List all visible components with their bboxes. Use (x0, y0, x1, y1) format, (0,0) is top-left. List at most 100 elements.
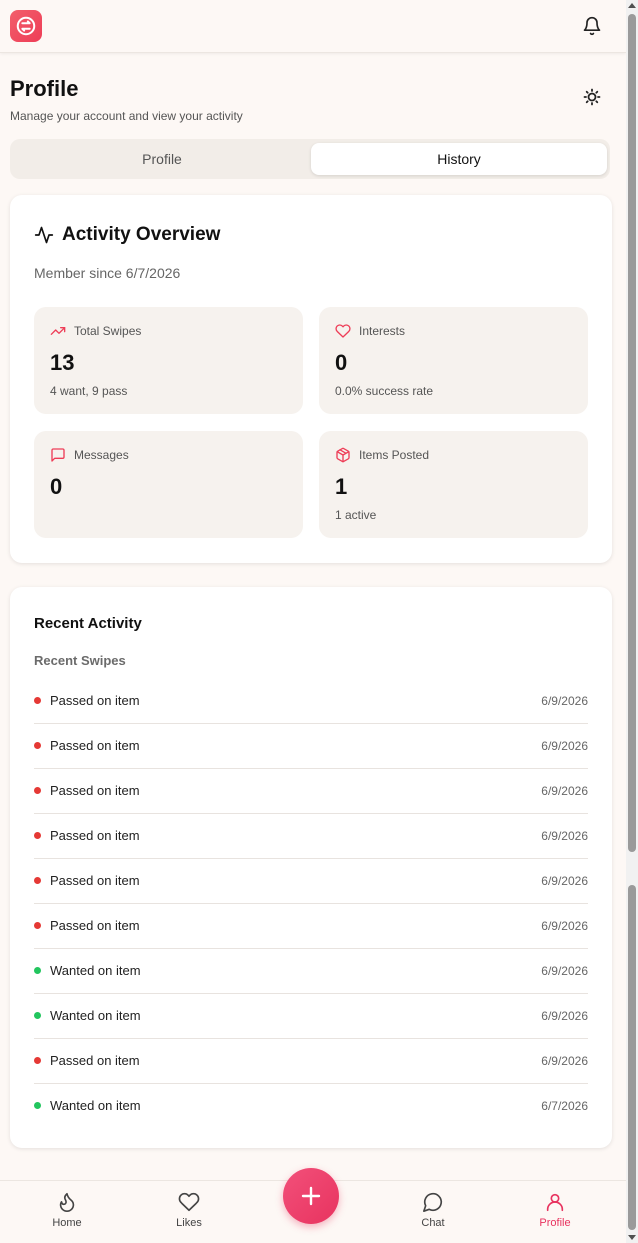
stat-label-row: Messages (50, 447, 129, 463)
nav-profile-label: Profile (539, 1217, 571, 1229)
stat-value: 1 (335, 474, 348, 499)
list-item-text: Passed on item (50, 1053, 140, 1068)
status-dot (34, 1012, 41, 1019)
app-logo-icon[interactable] (10, 10, 42, 42)
activity-icon (34, 226, 54, 244)
recent-swipes-list: Passed on item 6/9/2026 Passed on item 6/9… (34, 679, 588, 1129)
scroll-up-icon[interactable] (628, 3, 636, 8)
tab-history[interactable]: History (311, 143, 607, 175)
status-dot (34, 967, 41, 974)
message-square-icon (51, 448, 65, 462)
add-item-button[interactable] (283, 1168, 339, 1224)
list-item-date: 6/9/2026 (541, 1054, 588, 1068)
list-item-text: Passed on item (50, 873, 140, 888)
trending-up-icon (50, 327, 66, 335)
activity-overview-card: Activity Overview Member since 6/7/2026 … (10, 195, 612, 563)
chat-bubble-icon (423, 1192, 443, 1212)
profile-tabs: Profile History (10, 139, 610, 179)
list-item-date: 6/7/2026 (541, 1099, 588, 1113)
heart-icon (178, 1192, 200, 1212)
list-item: Passed on item 6/9/2026 (34, 859, 588, 904)
status-dot (34, 1057, 41, 1064)
scroll-thumb-secondary[interactable] (628, 885, 636, 1230)
stat-label: Interests (359, 324, 406, 338)
list-item-date: 6/9/2026 (541, 1009, 588, 1023)
list-item: Passed on item 6/9/2026 (34, 1039, 588, 1084)
page-title: Profile (10, 76, 79, 101)
list-item-date: 6/9/2026 (541, 964, 588, 978)
list-item-text: Wanted on item (50, 1008, 141, 1023)
stat-sub: 4 want, 9 pass (50, 384, 128, 398)
member-since: Member since 6/7/2026 (34, 265, 181, 281)
status-dot (34, 1102, 41, 1109)
bell-icon[interactable] (582, 16, 602, 36)
top-bar (0, 0, 626, 53)
page-subtitle: Manage your account and view your activi… (10, 109, 243, 123)
sun-icon (583, 88, 601, 106)
recent-activity-card: Recent Activity Recent Swipes Passed on … (10, 587, 612, 1148)
heart-icon (335, 324, 351, 338)
activity-overview-heading: Activity Overview (34, 224, 220, 246)
stat-label-row: Interests (335, 323, 405, 339)
package-icon (336, 447, 350, 463)
list-item: Passed on item 6/9/2026 (34, 769, 588, 814)
stat-interests: Interests 0 0.0% success rate (319, 307, 588, 414)
list-item-date: 6/9/2026 (541, 919, 588, 933)
stat-label: Total Swipes (74, 324, 142, 338)
list-item: Wanted on item 6/9/2026 (34, 994, 588, 1039)
list-item: Passed on item 6/9/2026 (34, 814, 588, 859)
recent-swipes-subtitle: Recent Swipes (34, 653, 126, 668)
recent-activity-title: Recent Activity (34, 615, 142, 632)
theme-toggle-button[interactable] (580, 85, 604, 109)
list-item-text: Passed on item (50, 783, 140, 798)
list-item-date: 6/9/2026 (541, 784, 588, 798)
nav-likes-label: Likes (176, 1217, 202, 1229)
stat-value: 0 (50, 474, 63, 499)
tab-profile[interactable]: Profile (14, 143, 310, 175)
status-dot (34, 787, 41, 794)
list-item: Wanted on item 6/7/2026 (34, 1084, 588, 1129)
scrollbar[interactable] (626, 0, 638, 1243)
stat-label: Messages (74, 448, 129, 462)
stat-messages: Messages 0 (34, 431, 303, 538)
status-dot (34, 922, 41, 929)
nav-profile[interactable]: Profile (515, 1191, 595, 1229)
status-dot (34, 877, 41, 884)
status-dot (34, 742, 41, 749)
scroll-down-icon[interactable] (628, 1235, 636, 1240)
list-item-text: Passed on item (50, 828, 140, 843)
status-dot (34, 832, 41, 839)
list-item-text: Passed on item (50, 918, 140, 933)
flame-icon (59, 1192, 75, 1212)
list-item: Passed on item 6/9/2026 (34, 904, 588, 949)
status-dot (34, 697, 41, 704)
stat-items-posted: Items Posted 1 1 active (319, 431, 588, 538)
list-item-date: 6/9/2026 (541, 874, 588, 888)
list-item-date: 6/9/2026 (541, 694, 588, 708)
stat-sub: 1 active (335, 508, 377, 522)
stat-label-row: Total Swipes (50, 323, 141, 339)
stat-value: 0 (335, 350, 348, 375)
stat-label-row: Items Posted (335, 447, 429, 463)
list-item-text: Wanted on item (50, 1098, 141, 1113)
nav-home[interactable]: Home (27, 1191, 107, 1229)
stat-label: Items Posted (359, 448, 430, 462)
stat-sub: 0.0% success rate (335, 384, 434, 398)
nav-home-label: Home (52, 1217, 82, 1229)
activity-overview-title: Activity Overview (62, 224, 221, 245)
list-item: Passed on item 6/9/2026 (34, 724, 588, 769)
stat-total-swipes: Total Swipes 13 4 want, 9 pass (34, 307, 303, 414)
nav-chat-label: Chat (421, 1217, 445, 1229)
scroll-thumb[interactable] (628, 14, 636, 852)
list-item-date: 6/9/2026 (541, 739, 588, 753)
list-item-date: 6/9/2026 (541, 829, 588, 843)
list-item: Wanted on item 6/9/2026 (34, 949, 588, 994)
list-item-text: Wanted on item (50, 963, 141, 978)
list-item-text: Passed on item (50, 738, 140, 753)
nav-likes[interactable]: Likes (149, 1191, 229, 1229)
list-item: Passed on item 6/9/2026 (34, 679, 588, 724)
plus-icon (301, 1186, 321, 1206)
stat-value: 13 (50, 350, 75, 375)
list-item-text: Passed on item (50, 693, 140, 708)
nav-chat[interactable]: Chat (393, 1191, 473, 1229)
